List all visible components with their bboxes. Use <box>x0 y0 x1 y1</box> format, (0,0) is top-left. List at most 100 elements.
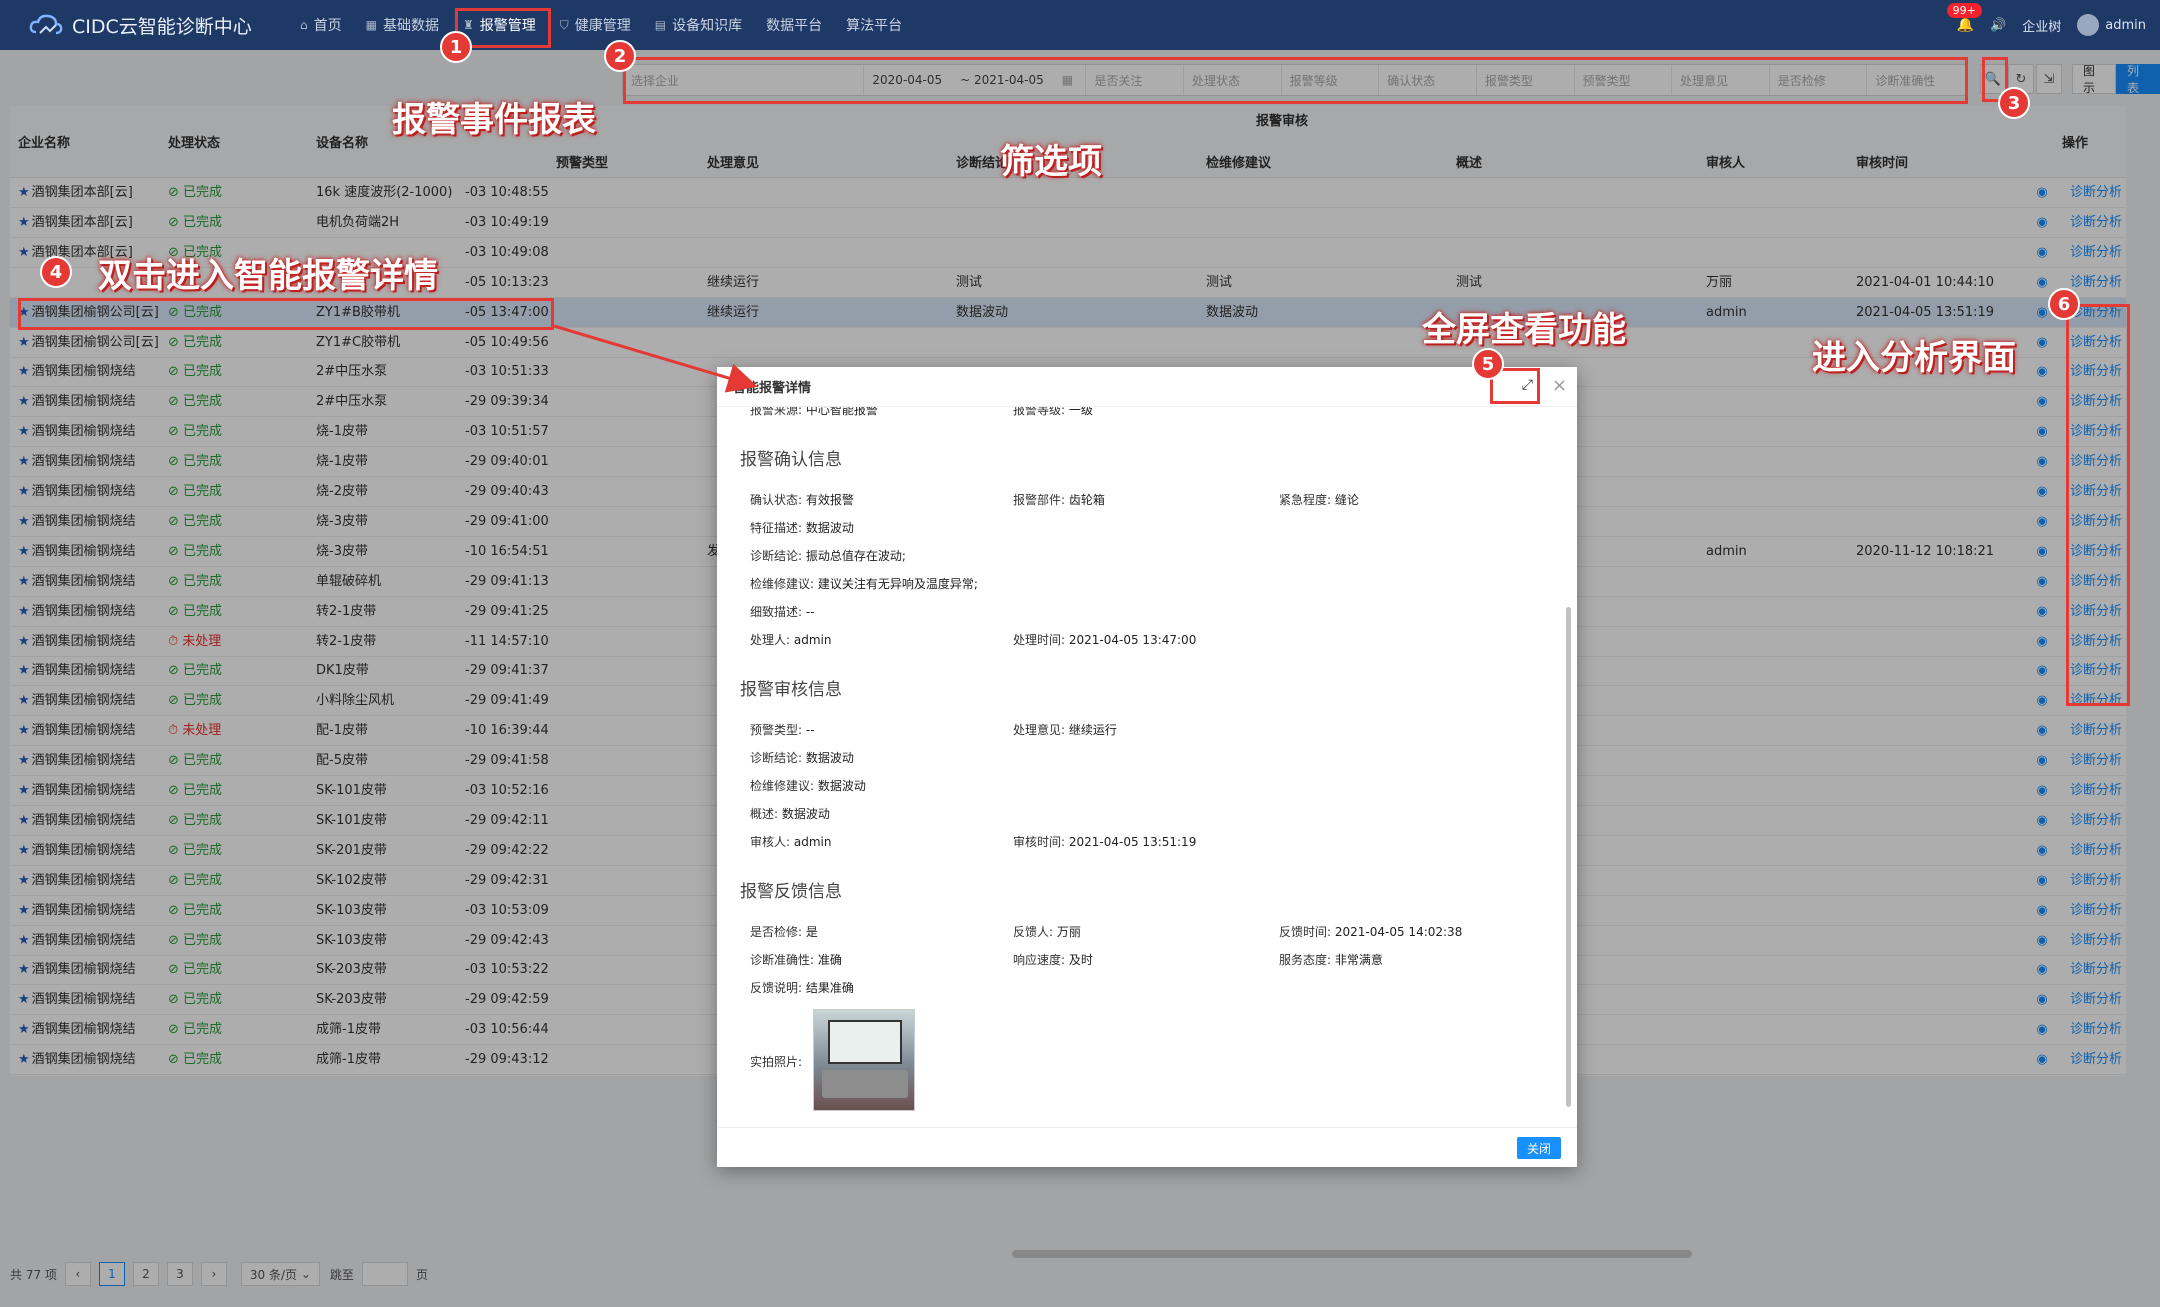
jump-input[interactable] <box>361 1262 408 1286</box>
diagnose-analysis-link[interactable]: 诊断分析 <box>2070 178 2126 208</box>
nav-item-0[interactable]: ⌂ 首页 <box>288 5 354 45</box>
eye-icon[interactable]: ◉ <box>2032 866 2052 896</box>
volume-icon[interactable]: 🔊 <box>1990 18 2006 33</box>
table-row[interactable]: ★ 酒钢集团榆钢公司[云] ⊘ 已完成 ZY1#C胶带机 -05 10:49:56 ◉ 诊断… <box>10 328 2126 358</box>
horizontal-scrollbar[interactable] <box>1012 1250 1692 1258</box>
diagnose-analysis-link[interactable]: 诊断分析 <box>2070 955 2126 985</box>
eye-icon[interactable]: ◉ <box>2032 328 2052 358</box>
modal-scrollbar[interactable] <box>1566 607 1571 1107</box>
notification-bell-icon[interactable]: 🔔 99+ <box>1946 3 1982 33</box>
col-auditor[interactable]: 审核人 <box>1706 152 1745 171</box>
avatar[interactable] <box>2077 14 2100 36</box>
col-status[interactable]: 处理状态 <box>168 132 220 151</box>
username[interactable]: admin <box>2105 18 2146 33</box>
eye-icon[interactable]: ◉ <box>2032 597 2052 627</box>
app-logo[interactable]: CIDC云智能诊断中心 <box>28 12 278 39</box>
star-icon[interactable]: ★ <box>18 574 30 589</box>
diagnose-analysis-link[interactable]: 诊断分析 <box>2070 1015 2126 1045</box>
eye-icon[interactable]: ◉ <box>2032 627 2052 657</box>
eye-icon[interactable]: ◉ <box>2032 806 2052 836</box>
star-icon[interactable]: ★ <box>18 663 30 678</box>
page-2[interactable]: 2 <box>132 1262 159 1286</box>
eye-icon[interactable]: ◉ <box>2032 567 2052 597</box>
diagnose-analysis-link[interactable]: 诊断分析 <box>2070 238 2126 268</box>
export-icon[interactable]: ⇲ <box>2036 64 2062 94</box>
diagnose-analysis-link[interactable]: 诊断分析 <box>2070 1045 2126 1075</box>
col-repair[interactable]: 检维修建议 <box>1206 152 1271 171</box>
col-company[interactable]: 企业名称 <box>18 132 70 151</box>
star-icon[interactable]: ★ <box>18 843 30 858</box>
diagnose-analysis-link[interactable]: 诊断分析 <box>2070 985 2126 1015</box>
star-icon[interactable]: ★ <box>18 903 30 918</box>
eye-icon[interactable]: ◉ <box>2032 776 2052 806</box>
col-device[interactable]: 设备名称 <box>316 132 368 151</box>
star-icon[interactable]: ★ <box>18 634 30 649</box>
eye-icon[interactable]: ◉ <box>2032 507 2052 537</box>
eye-icon[interactable]: ◉ <box>2032 1015 2052 1045</box>
eye-icon[interactable]: ◉ <box>2032 896 2052 926</box>
star-icon[interactable]: ★ <box>18 185 30 200</box>
eye-icon[interactable]: ◉ <box>2032 537 2052 567</box>
star-icon[interactable]: ★ <box>18 1052 30 1067</box>
page-1[interactable]: 1 <box>98 1262 125 1286</box>
table-row[interactable]: ★ 酒钢集团本部[云] ⊘ 已完成 电机负荷端2H -03 10:49:19 ◉ 诊断分析 <box>10 208 2126 238</box>
eye-icon[interactable]: ◉ <box>2032 477 2052 507</box>
diagnose-analysis-link[interactable]: 诊断分析 <box>2070 866 2126 896</box>
star-icon[interactable]: ★ <box>18 484 30 499</box>
star-icon[interactable]: ★ <box>18 424 30 439</box>
star-icon[interactable]: ★ <box>18 335 30 350</box>
diagnose-analysis-link[interactable]: 诊断分析 <box>2070 836 2126 866</box>
star-icon[interactable]: ★ <box>18 215 30 230</box>
prev-page-button[interactable]: ‹ <box>64 1262 91 1286</box>
col-warn-type[interactable]: 预警类型 <box>556 152 608 171</box>
eye-icon[interactable]: ◉ <box>2032 208 2052 238</box>
page-3[interactable]: 3 <box>166 1262 193 1286</box>
page-size-select[interactable]: 30 条/页 ⌄ <box>240 1262 320 1286</box>
eye-icon[interactable]: ◉ <box>2032 656 2052 686</box>
nav-item-3[interactable]: ⛉ 健康管理 <box>548 5 643 45</box>
star-icon[interactable]: ★ <box>18 962 30 977</box>
star-icon[interactable]: ★ <box>18 992 30 1007</box>
eye-icon[interactable]: ◉ <box>2032 238 2052 268</box>
star-icon[interactable]: ★ <box>18 514 30 529</box>
star-icon[interactable]: ★ <box>18 1022 30 1037</box>
diagnose-analysis-link[interactable]: 诊断分析 <box>2070 746 2126 776</box>
star-icon[interactable]: ★ <box>18 933 30 948</box>
star-icon[interactable]: ★ <box>18 604 30 619</box>
eye-icon[interactable]: ◉ <box>2032 178 2052 208</box>
eye-icon[interactable]: ◉ <box>2032 268 2052 298</box>
nav-item-5[interactable]: 数据平台 <box>754 5 834 45</box>
eye-icon[interactable]: ◉ <box>2032 387 2052 417</box>
star-icon[interactable]: ★ <box>18 693 30 708</box>
diagnose-analysis-link[interactable]: 诊断分析 <box>2070 268 2126 298</box>
diagnose-analysis-link[interactable]: 诊断分析 <box>2070 208 2126 238</box>
star-icon[interactable]: ★ <box>18 783 30 798</box>
eye-icon[interactable]: ◉ <box>2032 985 2052 1015</box>
chart-view-button[interactable]: 图示 <box>2072 64 2116 95</box>
diagnose-analysis-link[interactable]: 诊断分析 <box>2070 716 2126 746</box>
feedback-photo[interactable] <box>813 1009 915 1111</box>
list-view-button[interactable]: 列表 <box>2116 64 2160 95</box>
col-desc[interactable]: 概述 <box>1456 152 1482 171</box>
star-icon[interactable]: ★ <box>18 813 30 828</box>
star-icon[interactable]: ★ <box>18 454 30 469</box>
eye-icon[interactable]: ◉ <box>2032 716 2052 746</box>
eye-icon[interactable]: ◉ <box>2032 686 2052 716</box>
eye-icon[interactable]: ◉ <box>2032 926 2052 956</box>
next-page-button[interactable]: › <box>200 1262 227 1286</box>
enterprise-tree-link[interactable]: 企业树 <box>2022 16 2061 35</box>
nav-item-6[interactable]: 算法平台 <box>834 5 914 45</box>
eye-icon[interactable]: ◉ <box>2032 955 2052 985</box>
diagnose-analysis-link[interactable]: 诊断分析 <box>2070 926 2126 956</box>
diagnose-analysis-link[interactable]: 诊断分析 <box>2070 896 2126 926</box>
star-icon[interactable]: ★ <box>18 544 30 559</box>
nav-item-1[interactable]: ▦ 基础数据 <box>354 5 451 45</box>
diagnose-analysis-link[interactable]: 诊断分析 <box>2070 776 2126 806</box>
eye-icon[interactable]: ◉ <box>2032 357 2052 387</box>
col-opinion[interactable]: 处理意见 <box>707 152 759 171</box>
close-icon[interactable]: × <box>1552 375 1567 396</box>
star-icon[interactable]: ★ <box>18 245 30 260</box>
star-icon[interactable]: ★ <box>18 394 30 409</box>
star-icon[interactable]: ★ <box>18 753 30 768</box>
star-icon[interactable]: ★ <box>18 364 30 379</box>
